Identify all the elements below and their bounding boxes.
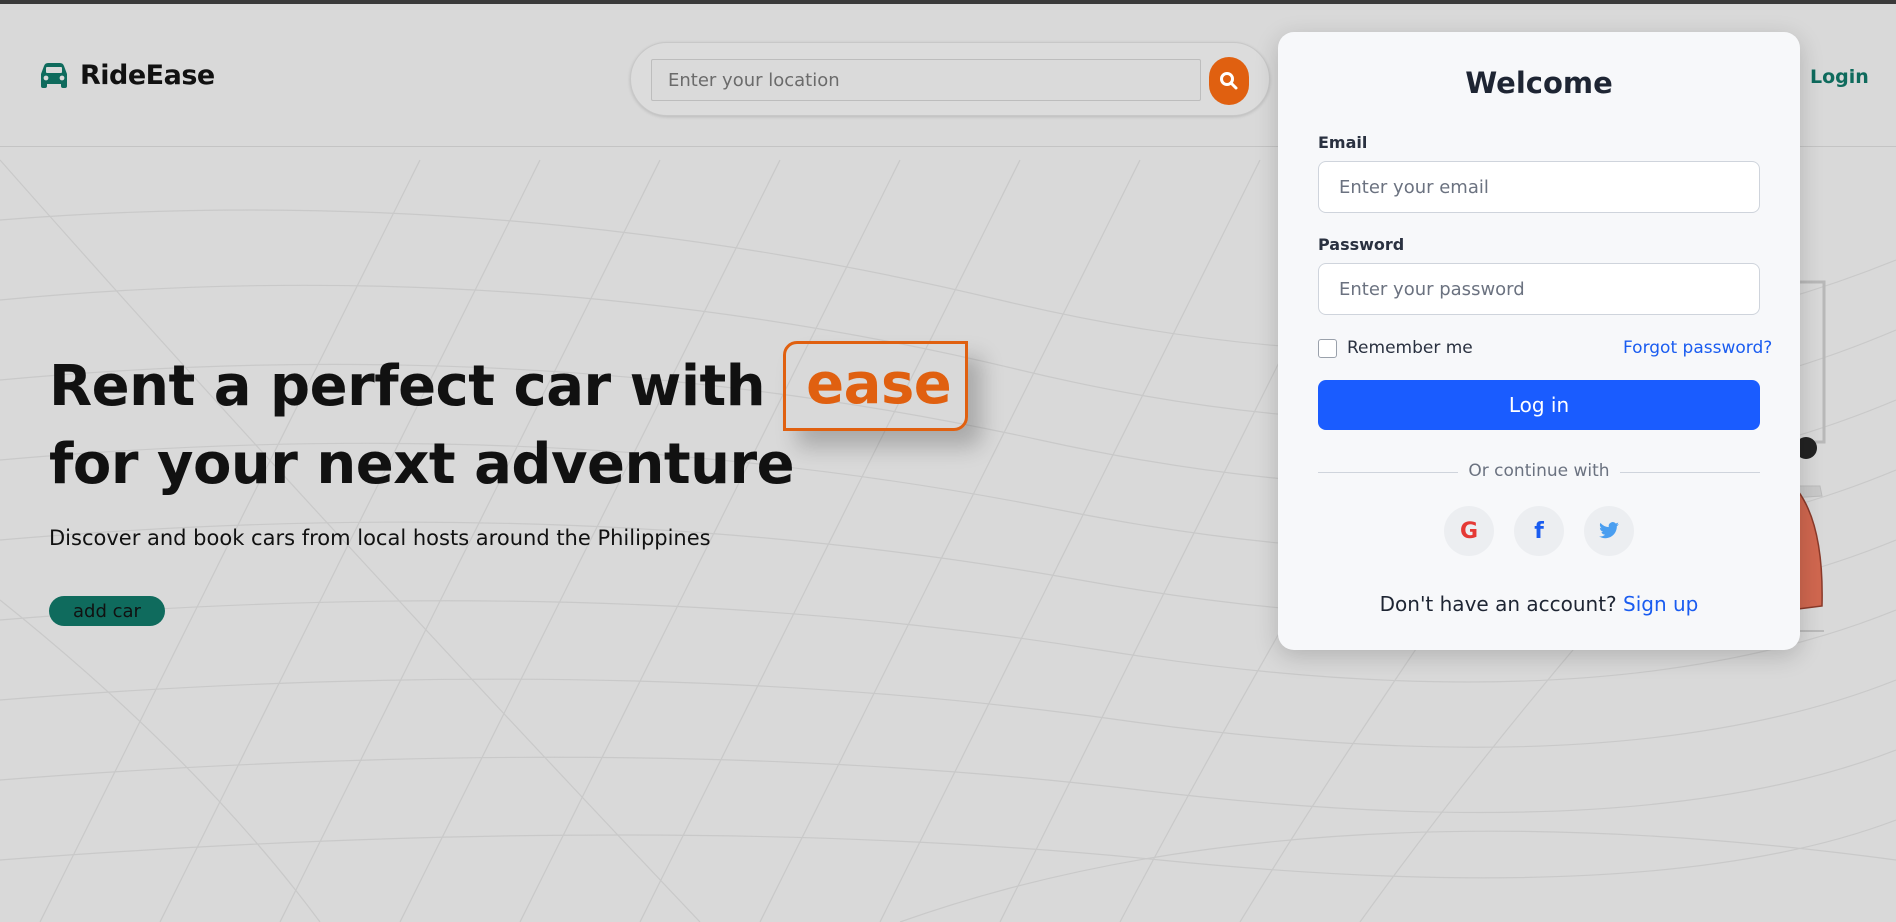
search-icon [1220,72,1238,90]
google-icon: G [1459,518,1479,544]
car-illustration [1790,280,1826,632]
car-icon [41,62,67,88]
brand-logo[interactable]: RideEase [38,60,215,91]
facebook-login-button[interactable]: f [1514,506,1564,556]
login-button[interactable]: Log in [1318,380,1760,430]
email-label: Email [1318,133,1368,152]
google-login-button[interactable]: G [1444,506,1494,556]
signup-prompt: Don't have an account? [1379,592,1624,616]
forgot-password-link[interactable]: Forgot password? [1623,338,1772,358]
divider-label: Or continue with [1458,461,1620,481]
remember-me-checkbox[interactable] [1318,338,1337,358]
search-button[interactable] [1209,57,1249,105]
signup-link[interactable]: Sign up [1623,592,1698,616]
hero-headline-line2: for your next adventure [49,432,795,497]
login-modal: Welcome Email Password Remember me Forgo… [1278,32,1800,650]
signup-row: Don't have an account? Sign up [1278,592,1800,616]
divider-label-row: Or continue with [1278,461,1800,481]
modal-title: Welcome [1465,66,1613,100]
email-field[interactable] [1318,161,1760,213]
remember-me-label[interactable]: Remember me [1347,338,1473,358]
password-field[interactable] [1318,263,1760,315]
password-label: Password [1318,235,1405,254]
hero-subtitle: Discover and book cars from local hosts … [49,526,711,550]
twitter-login-button[interactable] [1584,506,1634,556]
nav-login-link[interactable]: Login [1810,66,1869,88]
hero-headline-line1: Rent a perfect car with ease [49,341,969,431]
remember-me-row: Remember me [1318,338,1473,358]
location-search-input[interactable] [651,59,1201,101]
brand-name: RideEase [80,60,215,91]
hero-headline-text: Rent a perfect car with [49,353,766,419]
facebook-icon: f [1534,518,1544,544]
twitter-icon [1599,522,1619,539]
add-car-button[interactable]: add car [49,596,165,626]
hero-highlight-ease: ease [783,341,969,431]
location-search-bar [630,42,1270,116]
